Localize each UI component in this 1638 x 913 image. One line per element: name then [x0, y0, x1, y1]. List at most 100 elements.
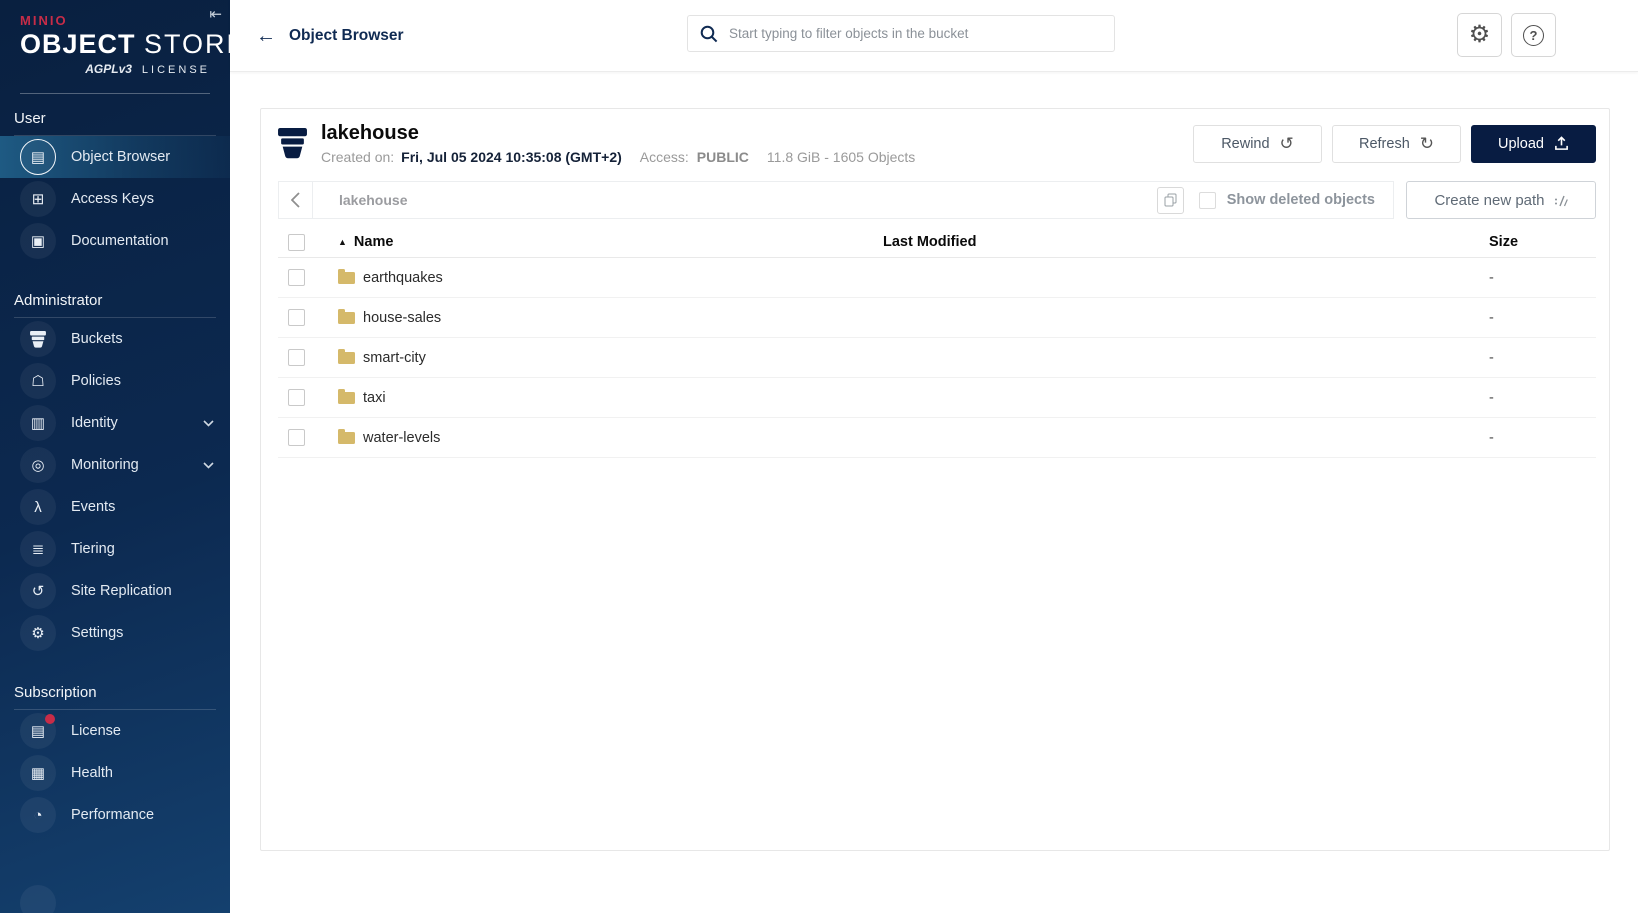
folder-icon [338, 428, 355, 444]
sidebar-item-identity[interactable]: ▥ Identity [0, 402, 230, 444]
object-name[interactable]: earthquakes [363, 270, 443, 286]
identity-icon: ▥ [20, 405, 56, 441]
sidebar-item-label: Object Browser [71, 149, 171, 165]
partial-icon [20, 885, 56, 913]
copy-path-button[interactable] [1156, 186, 1184, 214]
settings-button[interactable]: ⚙ [1457, 13, 1502, 57]
upload-button-label: Upload [1498, 135, 1544, 152]
tiering-icon: ≣ [20, 531, 56, 567]
show-deleted-label: Show deleted objects [1226, 192, 1375, 208]
license-label: LICENSE [141, 64, 210, 76]
select-all-checkbox[interactable] [288, 233, 305, 251]
table-header-row: ▲ Name Last Modified Size [278, 227, 1596, 258]
upload-button[interactable]: Upload [1471, 124, 1596, 163]
sidebar-item-performance[interactable]: ◔ Performance [0, 794, 230, 836]
upload-icon [1554, 136, 1569, 151]
table-row[interactable]: earthquakes - [278, 258, 1596, 298]
topbar-actions: ⚙ ? [1457, 13, 1556, 57]
sidebar-item-documentation[interactable]: ▣ Documentation [0, 220, 230, 262]
sidebar: ⇤ MINIO OBJECT STORE AGPLv3 LICENSE User ▤… [0, 0, 230, 913]
sidebar-item-settings[interactable]: ⚙ Settings [0, 612, 230, 654]
row-checkbox[interactable] [288, 349, 305, 366]
sidebar-item-license[interactable]: ▤ License [0, 710, 230, 752]
chevron-down-icon[interactable] [199, 458, 218, 473]
sidebar-item-label: Tiering [71, 541, 115, 557]
chevron-left-icon [291, 192, 300, 208]
object-size: - [1489, 429, 1494, 446]
table-row[interactable]: taxi - [278, 378, 1596, 418]
copy-icon [1164, 193, 1177, 207]
gear-icon: ⚙ [1468, 21, 1491, 48]
column-header-last-modified[interactable]: Last Modified [883, 234, 1489, 250]
chevron-down-icon[interactable] [199, 416, 218, 431]
search-input[interactable] [729, 26, 1102, 41]
sidebar-item-label: Policies [71, 373, 121, 389]
refresh-button-label: Refresh [1358, 135, 1410, 152]
sidebar-item-policies[interactable]: ☖ Policies [0, 360, 230, 402]
object-size: - [1489, 389, 1494, 406]
pathbar: lakehouse Show deleted objects [278, 181, 1394, 219]
table-row[interactable]: water-levels - [278, 418, 1596, 458]
object-name[interactable]: smart-city [363, 350, 426, 366]
show-deleted-toggle: Show deleted objects [1198, 191, 1375, 209]
created-value: Fri, Jul 05 2024 10:35:08 (GMT+2) [401, 149, 622, 165]
license-icon: ▤ [20, 713, 56, 749]
rewind-button[interactable]: Rewind ↺ [1193, 124, 1322, 163]
sidebar-item-tiering[interactable]: ≣ Tiering [0, 528, 230, 570]
back-arrow-icon[interactable]: ← [256, 26, 276, 46]
folder-icon [338, 268, 355, 284]
column-header-name[interactable]: ▲ Name [338, 234, 883, 250]
object-size: - [1489, 349, 1494, 366]
folder-icon [338, 348, 355, 364]
row-checkbox[interactable] [288, 269, 305, 286]
folder-icon [338, 388, 355, 404]
show-deleted-checkbox[interactable] [1198, 191, 1216, 209]
object-browser-icon: ▤ [20, 139, 56, 175]
sidebar-item-access-keys[interactable]: ⊞ Access Keys [0, 178, 230, 220]
policies-icon: ☖ [20, 363, 56, 399]
page-title: Object Browser [289, 26, 404, 44]
collapse-sidebar-icon[interactable]: ⇤ [209, 5, 222, 23]
search-icon [700, 25, 718, 43]
row-checkbox[interactable] [288, 429, 305, 446]
object-name[interactable]: taxi [363, 390, 386, 406]
folder-icon [338, 308, 355, 324]
created-label: Created on: [321, 149, 395, 165]
sidebar-item-site-replication[interactable]: ↺ Site Replication [0, 570, 230, 612]
sidebar-item-label: Access Keys [71, 191, 154, 207]
object-size: - [1489, 269, 1494, 286]
sidebar-item-buckets[interactable]: Buckets [0, 318, 230, 360]
monitoring-icon: ◎ [20, 447, 56, 483]
minio-logo: MINIO OBJECT STORE AGPLv3 LICENSE [0, 0, 230, 76]
object-name[interactable]: water-levels [363, 430, 440, 446]
row-checkbox[interactable] [288, 389, 305, 406]
sidebar-item-health[interactable]: ▦ Health [0, 752, 230, 794]
sidebar-section-label-administrator: Administrator [14, 292, 103, 309]
create-new-path-button[interactable]: Create new path [1406, 181, 1596, 219]
topbar: ← Object Browser ⚙ ? [230, 0, 1638, 72]
sidebar-item-label: Site Replication [71, 583, 172, 599]
help-button[interactable]: ? [1511, 13, 1556, 57]
sidebar-item-object-browser[interactable]: ▤ Object Browser [0, 136, 230, 178]
objects-table: ▲ Name Last Modified Size earthquakes - ho… [278, 227, 1596, 458]
sidebar-item-label: Monitoring [71, 457, 139, 473]
sidebar-item-label: Performance [71, 807, 155, 823]
refresh-button[interactable]: Refresh ↻ [1332, 124, 1461, 163]
sidebar-item-label: Settings [71, 625, 124, 641]
bucket-usage: 11.8 GiB - 1605 Objects [766, 149, 916, 165]
table-row[interactable]: house-sales - [278, 298, 1596, 338]
table-row[interactable]: smart-city - [278, 338, 1596, 378]
performance-icon: ◔ [20, 797, 56, 833]
sidebar-item-partial[interactable] [0, 882, 230, 913]
settings-icon: ⚙ [20, 615, 56, 651]
sidebar-item-events[interactable]: λ Events [0, 486, 230, 528]
bucket-header: lakehouse Created on: Fri, Jul 05 2024 1… [278, 109, 1596, 175]
row-checkbox[interactable] [288, 309, 305, 326]
column-header-size[interactable]: Size [1489, 234, 1596, 250]
bucket-actions: Rewind ↺ Refresh ↻ Upload [1193, 124, 1596, 163]
create-new-path-label: Create new path [1434, 191, 1545, 209]
path-back-button[interactable] [279, 182, 313, 218]
sidebar-item-monitoring[interactable]: ◎ Monitoring [0, 444, 230, 486]
table-body: earthquakes - house-sales - smart-city - taxi -… [278, 258, 1596, 458]
object-name[interactable]: house-sales [363, 310, 441, 326]
